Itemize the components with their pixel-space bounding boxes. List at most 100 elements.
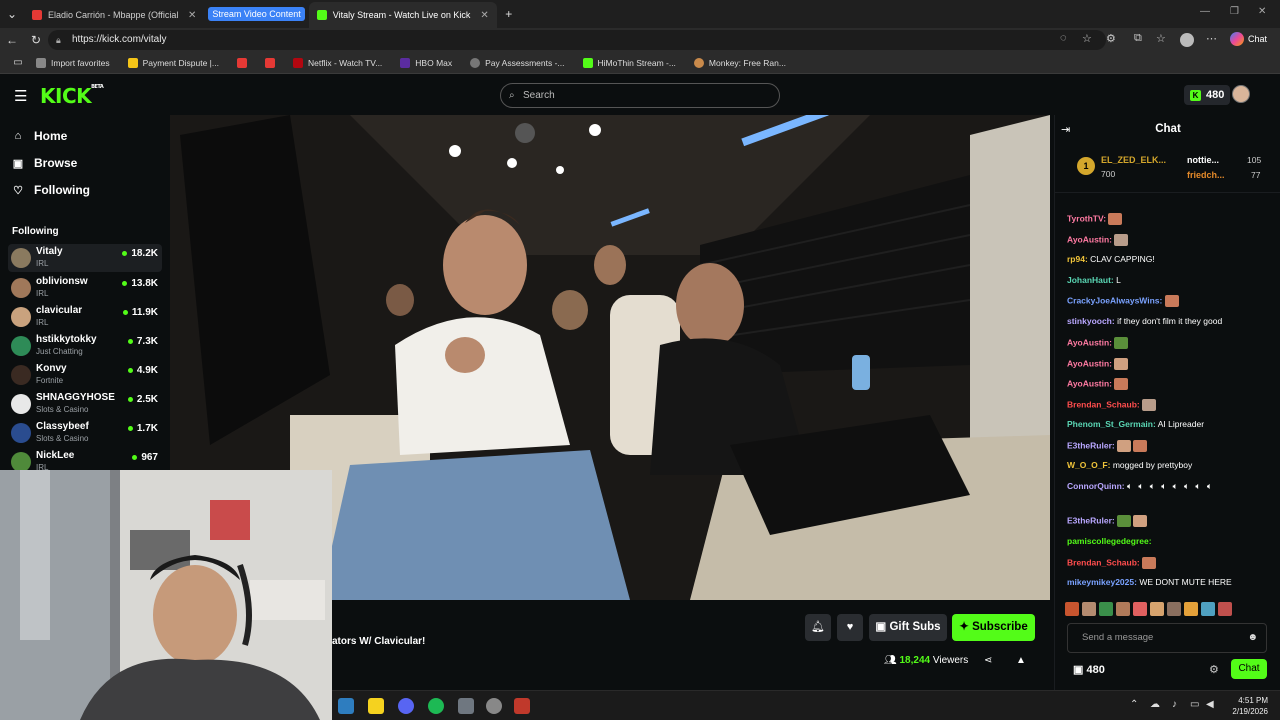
- bookmark-youtube-1[interactable]: [236, 57, 247, 68]
- chat-username[interactable]: W_O_O_F:: [1067, 460, 1110, 470]
- chat-settings-icon[interactable]: ⚙: [1209, 663, 1219, 676]
- emote-icon[interactable]: [1099, 602, 1113, 616]
- chat-username[interactable]: AyoAustin:: [1067, 337, 1112, 347]
- bookmark-import[interactable]: Import favorites: [36, 57, 110, 68]
- emote-icon[interactable]: [1218, 602, 1232, 616]
- bookmark-himothin[interactable]: HiMoThin Stream -...: [582, 57, 676, 68]
- chat-username[interactable]: AyoAustin:: [1067, 358, 1112, 368]
- volume-icon[interactable]: ◀: [1206, 699, 1214, 710]
- chat-username[interactable]: mikeymikey2025:: [1067, 577, 1137, 587]
- chat-username[interactable]: JohanHaut:: [1067, 275, 1114, 285]
- new-tab-icon[interactable]: +: [497, 7, 521, 21]
- app-icon[interactable]: [514, 698, 530, 714]
- notify-bell-button[interactable]: 🔔︎: [805, 614, 831, 641]
- chat-username[interactable]: ConnorQuinn:: [1067, 481, 1125, 491]
- hamburger-menu-icon[interactable]: ☰: [14, 87, 27, 105]
- emote-icon[interactable]: [1184, 602, 1198, 616]
- follow-heart-button[interactable]: ♥: [837, 614, 863, 641]
- chat-username[interactable]: AyoAustin:: [1067, 234, 1112, 244]
- emote-icon[interactable]: [1082, 602, 1096, 616]
- close-tab-icon[interactable]: ✕: [188, 10, 196, 21]
- chat-message-input[interactable]: Send a message ☻: [1067, 623, 1267, 653]
- bookmark-hbo[interactable]: HBO Max: [400, 57, 452, 68]
- more-icon[interactable]: ⋯: [1206, 32, 1217, 45]
- chat-username[interactable]: TyrothTV:: [1067, 213, 1106, 223]
- emote-icon[interactable]: [1065, 602, 1079, 616]
- leader-name[interactable]: nottie...: [1187, 155, 1219, 165]
- channel-konvy[interactable]: Konvy Fortnite 4.9K: [8, 361, 162, 389]
- cloud-icon[interactable]: ☁: [1150, 699, 1160, 710]
- subscribe-button[interactable]: ✦ Subscribe: [952, 614, 1035, 641]
- emote-icon[interactable]: [1167, 602, 1181, 616]
- channel-hstikkytokky[interactable]: hstikkytokky Just Chatting 7.3K: [8, 332, 162, 360]
- refresh-icon[interactable]: ↻: [24, 33, 48, 47]
- favorite-star-icon[interactable]: ☆: [1082, 32, 1092, 45]
- bookmark-pay[interactable]: Pay Assessments -...: [470, 57, 565, 68]
- minimize-icon[interactable]: —: [1200, 6, 1210, 17]
- share-icon[interactable]: ⋖: [984, 655, 992, 666]
- collections-icon[interactable]: ⧉: [1134, 32, 1142, 45]
- chat-username[interactable]: E3theRuler:: [1067, 440, 1115, 450]
- report-icon[interactable]: ▲: [1016, 655, 1026, 666]
- tab-music[interactable]: Eladio Carrión - Mbappe (Official V ✕: [24, 2, 204, 28]
- discord-icon[interactable]: [398, 698, 414, 714]
- channel-clavicular[interactable]: clavicular IRL 11.9K: [8, 303, 162, 331]
- chat-username[interactable]: Phenom_St_Germain:: [1067, 419, 1156, 429]
- channel-shnaggyhose[interactable]: SHNAGGYHOSE Slots & Casino 2.5K: [8, 390, 162, 418]
- extensions-icon[interactable]: ⚙: [1106, 32, 1116, 45]
- channel-classybeef[interactable]: Classybeef Slots & Casino 1.7K: [8, 419, 162, 447]
- leader-name[interactable]: EL_ZED_ELK...: [1101, 155, 1166, 165]
- tab-kick[interactable]: Vitaly Stream - Watch Live on Kick ✕: [308, 2, 497, 28]
- chat-username[interactable]: E3theRuler:: [1067, 515, 1115, 525]
- tab-list-chevron-icon[interactable]: ⌄: [0, 7, 24, 21]
- emote-icon[interactable]: [1150, 602, 1164, 616]
- close-window-icon[interactable]: ✕: [1258, 6, 1266, 17]
- profile-icon[interactable]: [1180, 33, 1194, 47]
- tray-chevron-icon[interactable]: ⌃: [1130, 699, 1138, 710]
- clock[interactable]: 4:51 PM 2/19/2026: [1232, 695, 1268, 717]
- chat-username[interactable]: stinkyooch:: [1067, 316, 1115, 326]
- chat-username[interactable]: Brendan_Schaub:: [1067, 399, 1140, 409]
- microphone-icon[interactable]: ♪: [1172, 699, 1177, 710]
- emote-icon[interactable]: [1116, 602, 1130, 616]
- emoji-picker-icon[interactable]: ☻: [1247, 624, 1258, 652]
- read-mode-icon[interactable]: ◌: [1060, 32, 1067, 44]
- chat-username[interactable]: CrackyJoeAlwaysWins:: [1067, 295, 1162, 305]
- kick-logo[interactable]: KICKBETA: [40, 84, 104, 108]
- bookmark-payment[interactable]: Payment Dispute |...: [127, 57, 219, 68]
- chat-username[interactable]: Brendan_Schaub:: [1067, 557, 1140, 567]
- network-icon[interactable]: ▭: [1190, 699, 1199, 710]
- chat-username[interactable]: rp94:: [1067, 254, 1088, 264]
- emote-icon[interactable]: [1133, 602, 1147, 616]
- channel-oblivionsw[interactable]: oblivionsw IRL 13.8K: [8, 274, 162, 302]
- back-icon[interactable]: ←: [0, 33, 24, 47]
- emote-icon[interactable]: [1201, 602, 1215, 616]
- nav-browse[interactable]: ▣ Browse: [12, 156, 78, 170]
- favorites-icon[interactable]: ☆: [1156, 32, 1166, 45]
- favorites-folder-icon[interactable]: ▭: [0, 57, 36, 68]
- avatar[interactable]: [1232, 85, 1250, 103]
- points-badge[interactable]: K 480: [1184, 85, 1231, 105]
- nav-home[interactable]: ⌂ Home: [12, 129, 68, 143]
- sticky-notes-icon[interactable]: [368, 698, 384, 714]
- copilot-button[interactable]: Chat: [1230, 32, 1267, 46]
- chat-send-button[interactable]: Chat: [1231, 659, 1267, 679]
- chat-username[interactable]: AyoAustin:: [1067, 378, 1112, 388]
- channel-vitaly[interactable]: Vitaly IRL 18.2K: [8, 244, 162, 272]
- chat-username[interactable]: pamiscollegedegree:: [1067, 536, 1152, 546]
- bookmark-youtube-2[interactable]: [264, 57, 275, 68]
- leader-name[interactable]: friedch...: [1187, 170, 1225, 180]
- bookmark-netflix[interactable]: Netflix - Watch TV...: [292, 57, 382, 68]
- calculator-icon[interactable]: [458, 698, 474, 714]
- bookmark-monkey[interactable]: Monkey: Free Ran...: [693, 57, 786, 68]
- search-input[interactable]: ⌕ Search: [500, 83, 780, 108]
- chat-points[interactable]: ▣ 480: [1073, 663, 1105, 676]
- spotify-icon[interactable]: [428, 698, 444, 714]
- restore-icon[interactable]: ❐: [1230, 6, 1239, 17]
- nav-following[interactable]: ♡ Following: [12, 183, 90, 197]
- close-tab-icon[interactable]: ✕: [480, 10, 488, 21]
- tab-group-label[interactable]: Stream Video Content: [208, 7, 305, 21]
- steam-icon[interactable]: [338, 698, 354, 714]
- gift-subs-button[interactable]: ▣ Gift Subs: [869, 614, 947, 641]
- url-field[interactable]: 🔒︎ https://kick.com/vitaly: [48, 30, 1106, 50]
